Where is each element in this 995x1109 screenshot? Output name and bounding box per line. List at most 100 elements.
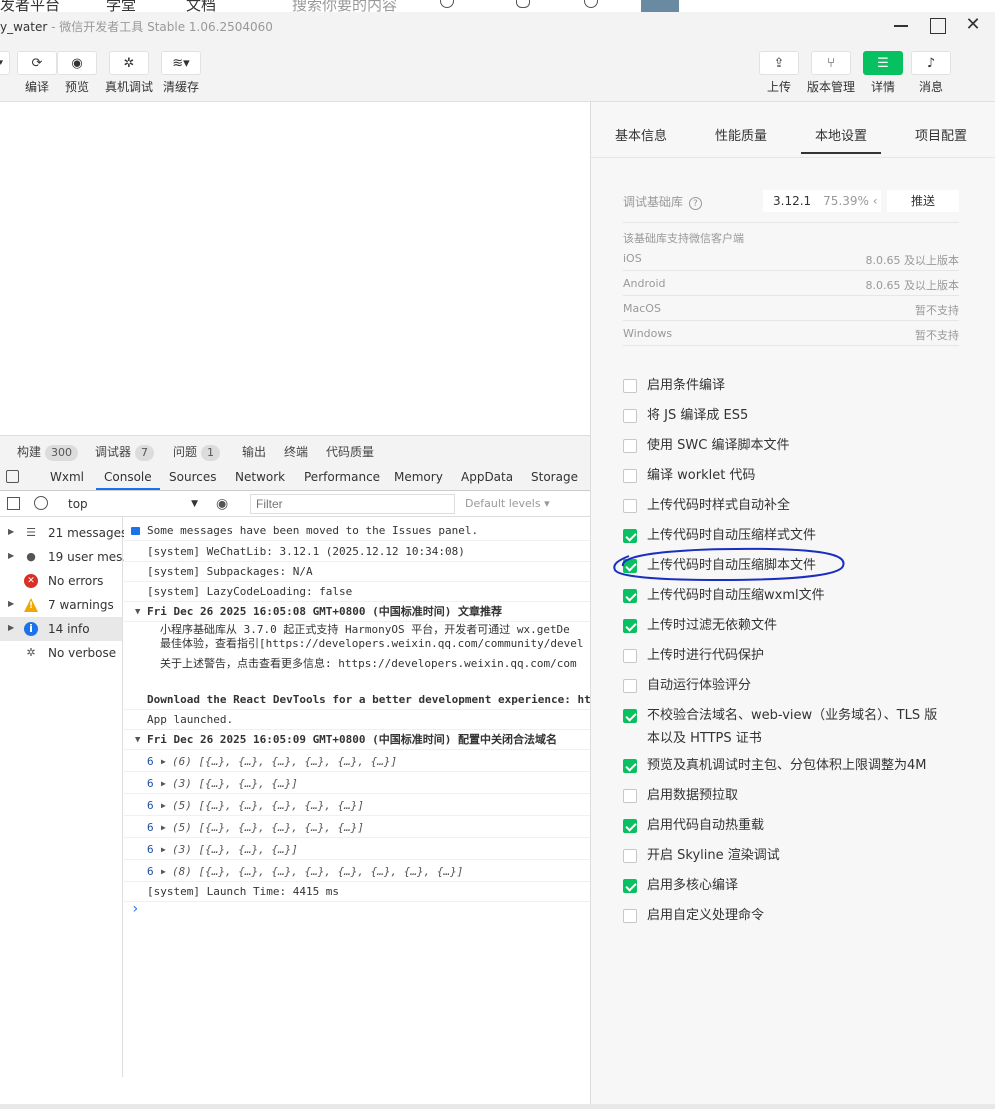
checkbox[interactable] (623, 619, 637, 633)
checkbox[interactable] (623, 789, 637, 803)
setting-checkbox[interactable]: 将 JS 编译成 ES5 (623, 407, 973, 427)
setting-checkbox[interactable]: 自动运行体验评分 (623, 677, 973, 697)
details-button[interactable]: ☰ 详情 (863, 51, 903, 95)
tab-performance-quality[interactable]: 性能质量 (715, 125, 767, 144)
preview-button[interactable]: ◉ 预览 (57, 51, 97, 95)
checkbox[interactable] (623, 849, 637, 863)
tab-code-quality[interactable]: 代码质量 (326, 443, 374, 460)
checkbox[interactable] (623, 819, 637, 833)
browser-tab[interactable]: 发者平台 (0, 0, 60, 12)
clear-console-icon[interactable] (34, 496, 48, 510)
maximize-button[interactable] (919, 14, 955, 38)
version-manage-button[interactable]: ⑂ 版本管理 (806, 51, 856, 95)
tab-output[interactable]: 输出 (242, 443, 266, 460)
simulator-area[interactable] (0, 103, 590, 435)
device-debug-button[interactable]: ✲ 真机调试 (104, 51, 154, 95)
context-select[interactable]: top ▼ (62, 495, 202, 513)
tab-basic-info[interactable]: 基本信息 (615, 125, 667, 144)
expand-arrow-icon[interactable]: ▶ (161, 840, 166, 859)
setting-checkbox[interactable]: 上传时进行代码保护 (623, 647, 973, 667)
tab-wxml[interactable]: Wxml (50, 470, 84, 484)
checkbox[interactable] (623, 709, 637, 723)
expand-arrow-icon[interactable]: ▶ (161, 862, 166, 881)
push-button[interactable]: 推送 (887, 190, 959, 212)
lib-version-select[interactable]: 3.12.1 75.39% ‹ (763, 190, 881, 212)
checkbox[interactable] (623, 589, 637, 603)
sidebar-item[interactable]: ▶ ● 19 user mes... (0, 545, 134, 569)
setting-checkbox[interactable]: 启用代码自动热重载 (623, 817, 973, 837)
setting-checkbox[interactable]: 上传代码时自动压缩样式文件 (623, 527, 973, 547)
tab-project-config[interactable]: 项目配置 (915, 125, 967, 144)
console-line-text[interactable]: Fri Dec 26 2025 16:05:09 GMT+0800 (中国标准时… (147, 733, 557, 746)
console-line-text[interactable]: (3) [{…}, {…}, {…}] (172, 777, 298, 790)
checkbox[interactable] (623, 499, 637, 513)
tab-debugger[interactable]: 调试器 7 (95, 443, 155, 461)
browser-search[interactable]: 搜索你要的内容 (292, 0, 397, 12)
expand-arrow-icon[interactable]: ▶ (161, 774, 166, 793)
upload-button[interactable]: ⇪ 上传 (759, 51, 799, 95)
sidebar-item[interactable]: ✲ No verbose (0, 641, 122, 665)
setting-checkbox[interactable]: 启用数据预拉取 (623, 787, 973, 807)
console-line-text[interactable]: (3) [{…}, {…}, {…}] (172, 843, 298, 856)
checkbox[interactable] (623, 909, 637, 923)
tab-console[interactable]: Console (96, 470, 160, 490)
tab-issues[interactable]: 问题 1 (173, 443, 221, 461)
inspect-icon[interactable] (6, 470, 19, 483)
expand-arrow-icon[interactable]: ▶ (161, 818, 166, 837)
setting-checkbox[interactable]: 不校验合法域名、web-view（业务域名）、TLS 版本以及 HTTPS 证书 (623, 707, 973, 747)
tab-appdata[interactable]: AppData (461, 470, 513, 484)
checkbox[interactable] (623, 679, 637, 693)
eye-icon[interactable]: ◉ (216, 496, 228, 512)
expand-arrow-icon[interactable]: ▶ (8, 599, 14, 608)
minimize-button[interactable] (883, 14, 919, 38)
browser-tab[interactable]: 学堂 (106, 0, 136, 12)
sidebar-item[interactable]: ▶! 7 warnings (0, 593, 122, 617)
sidebar-item[interactable]: ▶ i 14 info (0, 617, 122, 641)
expand-arrow-icon[interactable]: ▶ (8, 623, 14, 632)
setting-checkbox[interactable]: 开启 Skyline 渲染调试 (623, 847, 973, 867)
sidebar-item[interactable]: ▶ ☰ 21 messages (0, 521, 127, 545)
log-levels-dropdown[interactable]: Default levels ▾ (465, 497, 550, 510)
sidebar-item[interactable]: ✕ No errors (0, 569, 122, 593)
tab-storage[interactable]: Storage (531, 470, 578, 484)
expand-arrow-icon[interactable]: ▶ (161, 796, 166, 815)
expand-arrow-icon[interactable]: ▶ (161, 752, 166, 771)
tab-sources[interactable]: Sources (169, 470, 216, 484)
expand-arrow-icon[interactable]: ▶ (8, 527, 14, 536)
console-line-text[interactable]: (8) [{…}, {…}, {…}, {…}, {…}, {…}, {…}, … (172, 865, 463, 878)
console-line-text[interactable]: (5) [{…}, {…}, {…}, {…}, {…}] (172, 799, 364, 812)
setting-checkbox[interactable]: 上传代码时样式自动补全 (623, 497, 973, 517)
tab-build[interactable]: 构建 300 (17, 443, 79, 461)
tab-memory[interactable]: Memory (394, 470, 443, 484)
tab-performance[interactable]: Performance (304, 470, 380, 484)
help-icon[interactable]: ? (688, 197, 702, 210)
setting-checkbox[interactable]: 预览及真机调试时主包、分包体积上限调整为4M (623, 757, 973, 777)
setting-checkbox[interactable]: 上传代码时自动压缩wxml文件 (623, 587, 973, 607)
expand-arrow-icon[interactable]: ▼ (135, 730, 140, 749)
tab-local-settings[interactable]: 本地设置 (800, 125, 882, 154)
setting-checkbox[interactable]: 上传时过滤无依赖文件 (623, 617, 973, 637)
avatar[interactable] (641, 0, 679, 12)
console-prompt-input[interactable]: › (131, 901, 581, 921)
checkbox[interactable] (623, 649, 637, 663)
expand-arrow-icon[interactable]: ▶ (8, 551, 14, 560)
close-button[interactable]: ✕ (955, 14, 991, 38)
checkbox[interactable] (623, 529, 637, 543)
setting-checkbox[interactable]: 启用多核心编译 (623, 877, 973, 897)
compile-button[interactable]: ⟳ 编译 (17, 51, 57, 95)
checkbox[interactable] (623, 759, 637, 773)
expand-arrow-icon[interactable]: ▼ (135, 602, 140, 621)
search-icon[interactable] (440, 0, 454, 8)
mode-dropdown[interactable]: ▾ (0, 51, 10, 75)
setting-checkbox[interactable]: 启用条件编译 (623, 377, 973, 397)
filter-input[interactable] (250, 494, 455, 514)
browser-tab[interactable]: 文档 (186, 0, 216, 12)
setting-checkbox[interactable]: 使用 SWC 编译脚本文件 (623, 437, 973, 457)
checkbox[interactable] (623, 409, 637, 423)
checkbox[interactable] (623, 469, 637, 483)
tab-terminal[interactable]: 终端 (284, 443, 308, 460)
bell-icon[interactable] (516, 0, 530, 8)
checkbox[interactable] (623, 879, 637, 893)
console-line-text[interactable]: Fri Dec 26 2025 16:05:08 GMT+0800 (中国标准时… (147, 605, 502, 618)
messages-button[interactable]: ♪ 消息 (911, 51, 951, 95)
